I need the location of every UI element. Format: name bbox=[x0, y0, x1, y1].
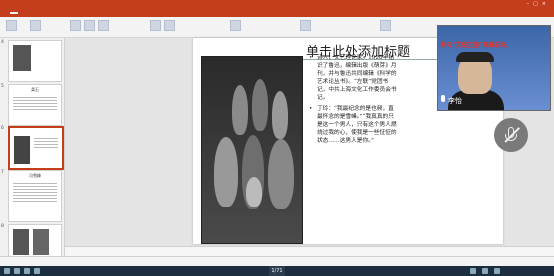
font-button[interactable] bbox=[70, 20, 81, 31]
bold-button[interactable] bbox=[84, 20, 95, 31]
slide-thumbnail[interactable]: 冯雪峰 bbox=[8, 170, 62, 222]
bullet-list[interactable]: 诗人，文艺理论家。1928年结识了鲁迅，编辑出版《萌芽》月刊，并与鲁迅共同编辑《… bbox=[309, 54, 399, 148]
new-slide-button[interactable] bbox=[30, 20, 41, 31]
photo-figure bbox=[232, 85, 248, 135]
participant-name: 李怡 bbox=[448, 97, 462, 105]
page-indicator: 1/71 bbox=[269, 266, 285, 276]
video-banner-text: 书与“文联互鉴”高峰论坛 bbox=[440, 42, 507, 49]
thumb-text-lines bbox=[13, 97, 57, 112]
slide-thumbnail[interactable]: 柔石 bbox=[8, 84, 62, 126]
align-button[interactable] bbox=[164, 20, 175, 31]
window-controls[interactable]: –▢× bbox=[527, 1, 550, 7]
tab-animations[interactable] bbox=[50, 12, 58, 14]
bullet-item[interactable]: 丁玲：“我最纪念的是也频，直最怀念的是雪峰。”“我真真的只是这一个男人，只有这个… bbox=[309, 105, 399, 145]
slide-thumbnails-pane[interactable]: 4 5 柔石 6 7 冯雪峰 8 bbox=[0, 38, 65, 270]
tab-view[interactable] bbox=[79, 12, 87, 14]
thumb-photo-image bbox=[14, 136, 30, 164]
video-call-window[interactable]: 书与“文联互鉴”高峰论坛 李怡 bbox=[437, 25, 551, 111]
find-button[interactable] bbox=[300, 20, 311, 31]
thumb-portrait-image bbox=[13, 45, 31, 71]
notes-pane[interactable] bbox=[65, 246, 554, 256]
tab-file[interactable] bbox=[0, 12, 8, 14]
tray-icon[interactable] bbox=[482, 268, 488, 274]
thumb-title: 冯雪峰 bbox=[29, 173, 41, 178]
thumb-number: 4 bbox=[1, 40, 4, 45]
start-icon[interactable] bbox=[4, 268, 10, 274]
taskbar-app-icon[interactable] bbox=[14, 268, 20, 274]
slide-thumbnail[interactable] bbox=[8, 40, 62, 82]
thumb-portrait-image bbox=[33, 229, 49, 255]
slide-thumbnail-selected[interactable] bbox=[8, 126, 64, 170]
tray-icon[interactable] bbox=[470, 268, 476, 274]
tab-home[interactable] bbox=[9, 12, 18, 14]
tab-transitions[interactable] bbox=[40, 12, 48, 14]
taskbar-app-icon[interactable] bbox=[34, 268, 40, 274]
mute-button[interactable] bbox=[494, 118, 528, 152]
photo-figure bbox=[252, 79, 268, 131]
thumb-number: 5 bbox=[1, 84, 4, 89]
thumb-text-lines bbox=[34, 138, 58, 150]
ribbon-tabs bbox=[0, 9, 554, 17]
paragraph-button[interactable] bbox=[150, 20, 161, 31]
tab-slideshow[interactable] bbox=[60, 12, 68, 14]
paste-button[interactable] bbox=[6, 20, 17, 31]
photo-figure bbox=[214, 137, 238, 207]
thumb-text-lines bbox=[13, 183, 57, 204]
tab-review[interactable] bbox=[69, 12, 77, 14]
participant-hair bbox=[456, 52, 494, 62]
title-bar: –▢× bbox=[0, 0, 554, 9]
italic-button[interactable] bbox=[98, 20, 109, 31]
photo-figure bbox=[246, 177, 262, 207]
bullet-item[interactable]: 诗人，文艺理论家。1928年结识了鲁迅，编辑出版《萌芽》月刊，并与鲁迅共同编辑《… bbox=[309, 54, 399, 102]
taskbar-app-icon[interactable] bbox=[24, 268, 30, 274]
replace-button[interactable] bbox=[380, 20, 391, 31]
photo-figure bbox=[272, 91, 288, 139]
tab-design[interactable] bbox=[30, 12, 38, 14]
thumb-number: 6 bbox=[1, 126, 4, 131]
drawing-button[interactable] bbox=[230, 20, 241, 31]
photo-figure bbox=[268, 139, 294, 209]
thumb-title: 柔石 bbox=[31, 87, 39, 92]
thumb-portrait-image bbox=[13, 229, 29, 255]
group-photo[interactable] bbox=[201, 56, 303, 244]
microphone-icon bbox=[441, 95, 445, 102]
tab-insert[interactable] bbox=[20, 12, 28, 14]
thumb-number: 8 bbox=[1, 224, 4, 229]
thumb-number: 7 bbox=[1, 170, 4, 175]
tray-icon[interactable] bbox=[494, 268, 500, 274]
